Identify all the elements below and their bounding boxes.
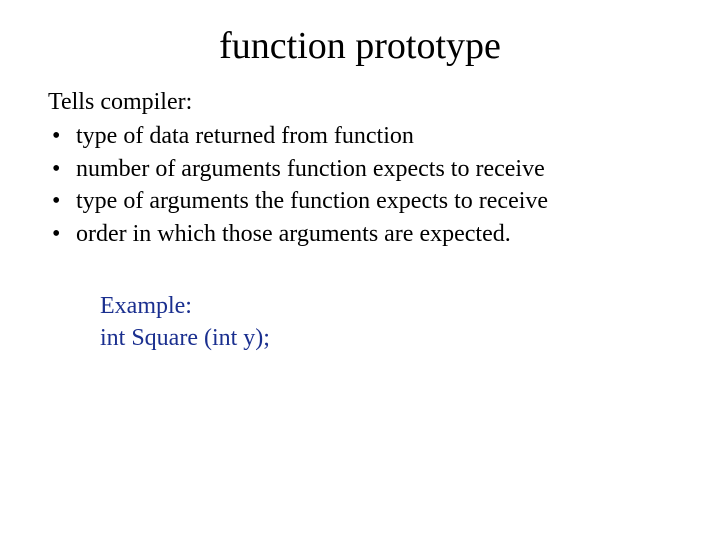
- bullet-text: number of arguments function expects to …: [76, 156, 545, 182]
- list-item: • order in which those arguments are exp…: [48, 218, 672, 250]
- bullet-icon: •: [52, 218, 60, 250]
- bullet-icon: •: [52, 120, 60, 152]
- bullet-text: order in which those arguments are expec…: [76, 221, 511, 247]
- bullet-list: • type of data returned from function • …: [48, 120, 672, 250]
- bullet-icon: •: [52, 185, 60, 217]
- bullet-text: type of arguments the function expects t…: [76, 188, 548, 214]
- example-code: int Square (int y);: [100, 322, 672, 354]
- list-item: • number of arguments function expects t…: [48, 153, 672, 185]
- slide-body: Tells compiler: • type of data returned …: [0, 86, 720, 355]
- intro-text: Tells compiler:: [48, 86, 672, 118]
- slide-title: function prototype: [0, 0, 720, 86]
- bullet-icon: •: [52, 153, 60, 185]
- bullet-text: type of data returned from function: [76, 123, 414, 149]
- example-label: Example:: [100, 290, 672, 322]
- slide: function prototype Tells compiler: • typ…: [0, 0, 720, 540]
- list-item: • type of data returned from function: [48, 120, 672, 152]
- list-item: • type of arguments the function expects…: [48, 185, 672, 217]
- example-block: Example: int Square (int y);: [48, 290, 672, 355]
